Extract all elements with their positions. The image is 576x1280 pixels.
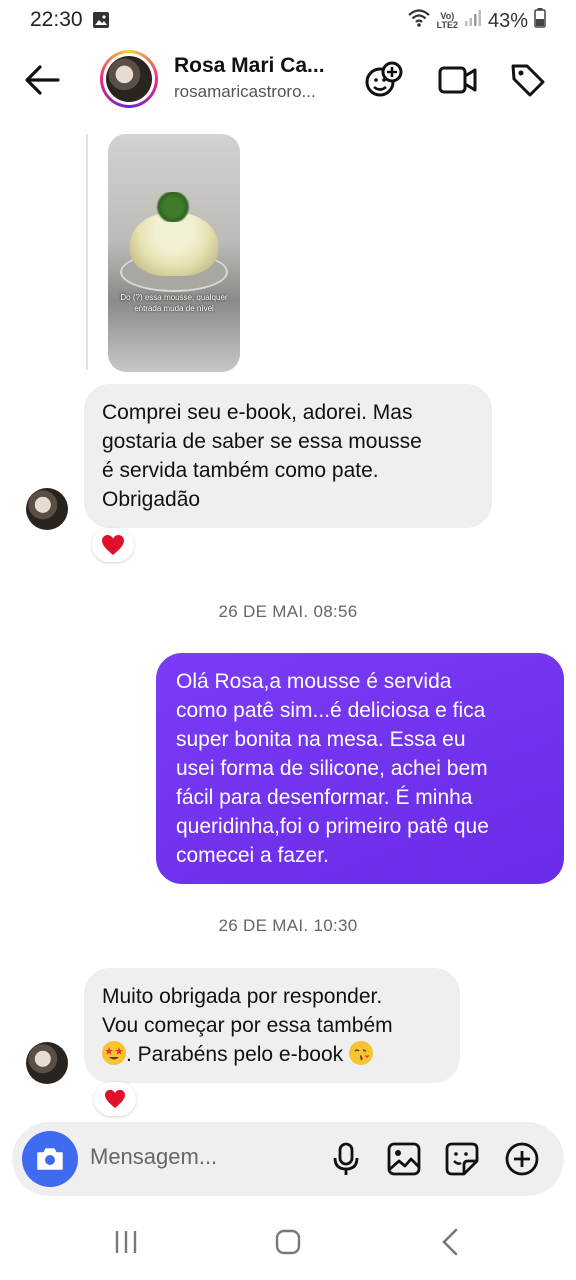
volte-indicator: Vo) LTE2 [437,12,458,30]
tag-button[interactable] [508,60,548,100]
sender-avatar[interactable] [26,488,68,530]
message-line: queridinha,foi o primeiro patê que [176,815,489,838]
message-line: super bonita na mesa. Essa eu [176,728,466,751]
add-people-button[interactable] [364,60,404,100]
image-notification-icon [92,11,110,34]
recent-apps-icon [115,1231,137,1253]
plus-icon [505,1142,539,1176]
chevron-left-icon [442,1228,458,1256]
message-line: é servida também como pate. [102,459,379,482]
microphone-icon [333,1142,359,1175]
tag-icon [511,64,545,97]
star-eyes-emoji-icon [102,1041,126,1065]
message-input[interactable] [90,1144,310,1170]
message-line: Muito obrigada por responder. [102,985,383,1008]
system-navigation-bar [0,1206,576,1280]
wifi-icon [407,8,431,34]
sticker-button[interactable] [444,1141,480,1177]
battery-text: 43% [487,9,528,32]
sticker-icon [445,1142,479,1176]
recent-apps-button[interactable] [106,1224,146,1260]
lte-label: LTE2 [436,20,458,30]
heart-icon [105,1089,125,1109]
message-line: usei forma de silicone, achei bem [176,757,488,780]
message-composer [12,1122,564,1196]
message-line: Comprei seu e-book, adorei. Mas [102,401,413,424]
message-line: como patê sim...é deliciosa e fica [176,699,486,722]
outgoing-message-bubble[interactable]: Olá Rosa,a mousse é servida como patê si… [156,653,564,884]
more-options-button[interactable] [504,1141,540,1177]
home-button[interactable] [268,1224,308,1260]
heart-icon [102,535,124,555]
status-time: 22:30 [30,8,83,31]
add-people-icon [365,61,403,97]
message-line: Obrigadão [102,488,201,511]
heart-reaction[interactable] [92,528,134,562]
voice-message-button[interactable] [328,1141,364,1177]
contact-name[interactable]: Rosa Mari Ca... [174,54,325,78]
reply-thread-line [86,134,88,370]
video-call-button[interactable] [438,60,478,100]
gallery-icon [387,1142,421,1176]
status-bar: 22:30 Vo) LTE2 43% [0,0,576,42]
home-icon [275,1229,301,1255]
chat-header: Rosa Mari Ca... rosamaricastroro... [0,42,576,118]
message-line: Olá Rosa,a mousse é servida [176,670,452,693]
sender-avatar[interactable] [26,1042,68,1084]
back-arrow-icon [25,65,60,95]
message-line: Vou começar por essa também [102,1014,393,1037]
back-nav-button[interactable] [430,1224,470,1260]
incoming-message-bubble[interactable]: Comprei seu e-book, adorei. Mas gostaria… [84,384,492,528]
gallery-button[interactable] [386,1141,422,1177]
story-caption: Do (?) essa mousse, qualquer entrada mud… [120,293,228,313]
signal-icon [464,9,482,33]
incoming-message-bubble[interactable]: Muito obrigada por responder. Vou começa… [84,968,460,1083]
message-line: fácil para desenformar. É minha [176,786,473,809]
message-line: gostaria de saber se essa mousse [102,430,422,453]
heart-reaction[interactable] [94,1082,136,1116]
message-line: . Parabéns pelo e-book [126,1043,344,1066]
camera-icon [37,1148,63,1170]
timestamp: 26 DE MAI. 08:56 [218,602,358,621]
contact-username[interactable]: rosamaricastroro... [174,82,316,102]
kiss-emoji-icon [349,1041,373,1065]
contact-avatar[interactable] [100,50,158,108]
battery-icon [534,8,546,34]
message-line: comecei a fazer. [176,844,329,867]
back-button[interactable] [22,62,62,98]
shared-story-image[interactable]: Do (?) essa mousse, qualquer entrada mud… [108,134,240,372]
video-call-icon [438,66,477,94]
camera-button[interactable] [22,1131,78,1187]
timestamp: 26 DE MAI. 10:30 [218,916,358,935]
